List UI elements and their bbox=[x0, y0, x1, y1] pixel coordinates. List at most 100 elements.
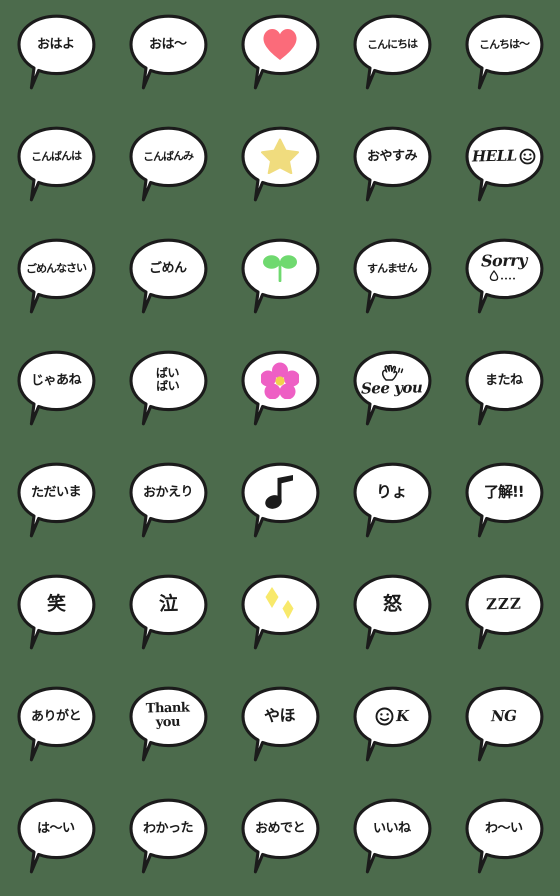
speech-bubble-sticker[interactable]: こんばんみ bbox=[125, 125, 211, 211]
speech-bubble-sticker[interactable]: こんばんは bbox=[13, 125, 99, 211]
speech-bubble-sticker[interactable]: K bbox=[349, 685, 435, 771]
sticker-cell[interactable]: Thank you bbox=[112, 672, 224, 784]
sticker-cell[interactable] bbox=[224, 0, 336, 112]
speech-bubble-sticker[interactable]: 泣 bbox=[125, 573, 211, 659]
speech-bubble-sticker[interactable]: ごめんなさい bbox=[13, 237, 99, 323]
sticker-cell[interactable]: こんばんみ bbox=[112, 112, 224, 224]
speech-bubble-sticker[interactable]: わ〜い bbox=[461, 797, 547, 883]
speech-bubble-sticker[interactable]: ありがと bbox=[13, 685, 99, 771]
speech-bubble-sticker[interactable]: りょ bbox=[349, 461, 435, 547]
sticker-cell[interactable]: 了解!! bbox=[448, 448, 560, 560]
sticker-cell[interactable] bbox=[224, 336, 336, 448]
sticker-cell[interactable] bbox=[224, 224, 336, 336]
speech-bubble-sticker[interactable]: ただいま bbox=[13, 461, 99, 547]
speech-bubble-sticker[interactable]: またね bbox=[461, 349, 547, 435]
speech-bubble-sticker[interactable]: じゃあね bbox=[13, 349, 99, 435]
speech-bubble-sticker[interactable]: おめでと bbox=[237, 797, 323, 883]
speech-bubble-sticker[interactable]: おは〜 bbox=[125, 13, 211, 99]
speech-bubble-shape bbox=[465, 126, 544, 202]
speech-bubble-sticker[interactable] bbox=[237, 13, 323, 99]
sticker-cell[interactable]: K bbox=[336, 672, 448, 784]
sticker-cell[interactable]: ごめん bbox=[112, 224, 224, 336]
speech-bubble-shape bbox=[465, 686, 544, 762]
speech-bubble-sticker[interactable]: ばい ばい bbox=[125, 349, 211, 435]
sticker-cell[interactable]: おはよ bbox=[0, 0, 112, 112]
speech-bubble-shape bbox=[17, 574, 96, 650]
sticker-cell[interactable]: こんにちは bbox=[336, 0, 448, 112]
speech-bubble-shape bbox=[353, 686, 432, 762]
sticker-cell[interactable]: ありがと bbox=[0, 672, 112, 784]
speech-bubble-sticker[interactable]: 笑 bbox=[13, 573, 99, 659]
speech-bubble-shape bbox=[465, 238, 544, 314]
sticker-cell[interactable]: やほ bbox=[224, 672, 336, 784]
sticker-cell[interactable] bbox=[224, 560, 336, 672]
sticker-cell[interactable]: 笑 bbox=[0, 560, 112, 672]
sticker-cell[interactable]: NG bbox=[448, 672, 560, 784]
speech-bubble-sticker[interactable]: おかえり bbox=[125, 461, 211, 547]
speech-bubble-shape bbox=[465, 574, 544, 650]
sticker-cell[interactable]: いいね bbox=[336, 784, 448, 896]
speech-bubble-sticker[interactable] bbox=[237, 461, 323, 547]
speech-bubble-sticker[interactable]: すんません bbox=[349, 237, 435, 323]
speech-bubble-sticker[interactable] bbox=[237, 125, 323, 211]
speech-bubble-shape bbox=[353, 462, 432, 538]
speech-bubble-sticker[interactable]: こんちは〜 bbox=[461, 13, 547, 99]
sticker-cell[interactable]: ただいま bbox=[0, 448, 112, 560]
sticker-cell[interactable]: すんません bbox=[336, 224, 448, 336]
sticker-cell[interactable]: は〜い bbox=[0, 784, 112, 896]
speech-bubble-sticker[interactable]: こんにちは bbox=[349, 13, 435, 99]
sticker-cell[interactable]: わ〜い bbox=[448, 784, 560, 896]
speech-bubble-shape bbox=[241, 350, 320, 426]
sticker-cell[interactable]: またね bbox=[448, 336, 560, 448]
speech-bubble-sticker[interactable]: Thank you bbox=[125, 685, 211, 771]
sticker-cell[interactable]: ZZZ bbox=[448, 560, 560, 672]
sticker-cell[interactable]: りょ bbox=[336, 448, 448, 560]
speech-bubble-sticker[interactable] bbox=[237, 237, 323, 323]
sticker-cell[interactable]: See you bbox=[336, 336, 448, 448]
speech-bubble-shape bbox=[241, 686, 320, 762]
speech-bubble-shape bbox=[129, 126, 208, 202]
sticker-cell[interactable]: 怒 bbox=[336, 560, 448, 672]
speech-bubble-sticker[interactable]: 了解!! bbox=[461, 461, 547, 547]
speech-bubble-sticker[interactable]: NG bbox=[461, 685, 547, 771]
speech-bubble-sticker[interactable]: わかった bbox=[125, 797, 211, 883]
sticker-cell[interactable] bbox=[224, 448, 336, 560]
speech-bubble-shape bbox=[353, 238, 432, 314]
speech-bubble-shape bbox=[241, 574, 320, 650]
sticker-cell[interactable]: おは〜 bbox=[112, 0, 224, 112]
sticker-cell[interactable]: ごめんなさい bbox=[0, 224, 112, 336]
speech-bubble-sticker[interactable]: ごめん bbox=[125, 237, 211, 323]
speech-bubble-sticker[interactable] bbox=[237, 349, 323, 435]
speech-bubble-shape bbox=[17, 462, 96, 538]
speech-bubble-shape bbox=[353, 126, 432, 202]
sticker-cell[interactable]: おやすみ bbox=[336, 112, 448, 224]
sticker-cell[interactable]: じゃあね bbox=[0, 336, 112, 448]
sticker-cell[interactable]: 泣 bbox=[112, 560, 224, 672]
sticker-grid: おはよ おは〜 こんにちは こんちは〜こんばんは こんばんみ おやすみ HELL ごめんなさい… bbox=[0, 0, 560, 896]
sticker-cell[interactable]: Sorry bbox=[448, 224, 560, 336]
speech-bubble-sticker[interactable]: Sorry bbox=[461, 237, 547, 323]
sticker-cell[interactable]: こんちは〜 bbox=[448, 0, 560, 112]
speech-bubble-shape bbox=[465, 798, 544, 874]
sticker-cell[interactable]: こんばんは bbox=[0, 112, 112, 224]
speech-bubble-sticker[interactable] bbox=[237, 573, 323, 659]
speech-bubble-shape bbox=[353, 798, 432, 874]
speech-bubble-sticker[interactable]: See you bbox=[349, 349, 435, 435]
sticker-cell[interactable]: ばい ばい bbox=[112, 336, 224, 448]
sticker-cell[interactable]: HELL bbox=[448, 112, 560, 224]
speech-bubble-sticker[interactable]: は〜い bbox=[13, 797, 99, 883]
sticker-cell[interactable]: おかえり bbox=[112, 448, 224, 560]
speech-bubble-sticker[interactable]: ZZZ bbox=[461, 573, 547, 659]
speech-bubble-shape bbox=[241, 798, 320, 874]
speech-bubble-sticker[interactable]: HELL bbox=[461, 125, 547, 211]
speech-bubble-sticker[interactable]: おやすみ bbox=[349, 125, 435, 211]
speech-bubble-sticker[interactable]: やほ bbox=[237, 685, 323, 771]
speech-bubble-sticker[interactable]: いいね bbox=[349, 797, 435, 883]
sticker-cell[interactable]: わかった bbox=[112, 784, 224, 896]
speech-bubble-shape bbox=[241, 238, 320, 314]
speech-bubble-sticker[interactable]: おはよ bbox=[13, 13, 99, 99]
speech-bubble-shape bbox=[129, 350, 208, 426]
sticker-cell[interactable]: おめでと bbox=[224, 784, 336, 896]
speech-bubble-sticker[interactable]: 怒 bbox=[349, 573, 435, 659]
sticker-cell[interactable] bbox=[224, 112, 336, 224]
